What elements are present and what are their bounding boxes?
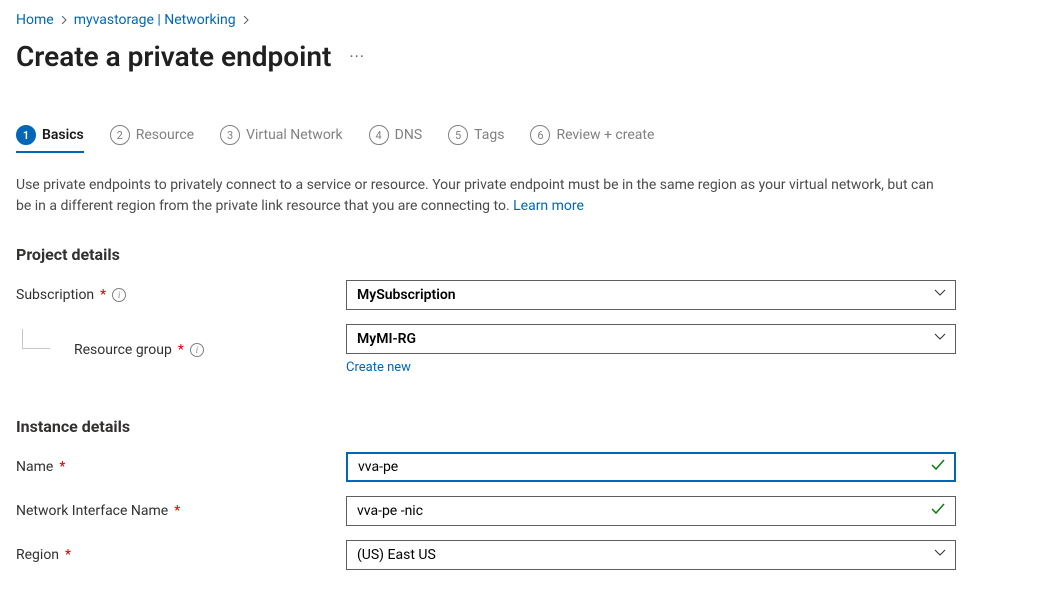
step-number-icon: 5 [448, 125, 468, 145]
breadcrumb-home[interactable]: Home [16, 12, 54, 28]
step-number-icon: 4 [369, 125, 389, 145]
tab-dns[interactable]: 4 DNS [369, 125, 423, 153]
tab-basics[interactable]: 1 Basics [16, 125, 84, 153]
subscription-label: Subscription [16, 287, 94, 303]
resource-group-select[interactable] [346, 324, 956, 354]
step-number-icon: 3 [220, 125, 240, 145]
breadcrumb-resource[interactable]: myvastorage | Networking [74, 12, 236, 28]
more-actions-button[interactable]: ··· [345, 43, 369, 70]
step-number-icon: 2 [110, 125, 130, 145]
required-icon: * [65, 547, 71, 563]
tab-label: DNS [395, 127, 423, 143]
nic-label: Network Interface Name [16, 503, 168, 519]
tab-virtual-network[interactable]: 3 Virtual Network [220, 125, 343, 153]
tab-label: Virtual Network [246, 127, 343, 143]
chevron-right-icon [242, 13, 250, 27]
tab-label: Tags [474, 127, 504, 143]
required-icon: * [100, 287, 106, 303]
tab-review-create[interactable]: 6 Review + create [530, 125, 654, 153]
step-number-icon: 1 [16, 125, 36, 145]
tab-label: Review + create [556, 127, 654, 143]
region-label: Region [16, 547, 59, 563]
tab-resource[interactable]: 2 Resource [110, 125, 194, 153]
project-details-heading: Project details [16, 245, 1021, 264]
instance-details-heading: Instance details [16, 417, 1021, 436]
required-icon: * [178, 342, 184, 358]
info-icon[interactable]: i [112, 288, 126, 302]
name-input[interactable] [346, 452, 956, 482]
chevron-right-icon [60, 13, 68, 27]
region-select[interactable] [346, 540, 956, 570]
breadcrumb: Home myvastorage | Networking [16, 12, 1021, 28]
tab-label: Resource [136, 127, 194, 143]
tab-tags[interactable]: 5 Tags [448, 125, 504, 153]
subscription-select[interactable] [346, 280, 956, 310]
required-icon: * [59, 459, 65, 475]
step-number-icon: 6 [530, 125, 550, 145]
learn-more-link[interactable]: Learn more [513, 198, 584, 214]
resource-group-label: Resource group [74, 342, 172, 358]
info-icon[interactable]: i [190, 343, 204, 357]
tab-label: Basics [42, 127, 84, 143]
required-icon: * [174, 503, 180, 519]
create-new-link[interactable]: Create new [346, 360, 411, 375]
tabs: 1 Basics 2 Resource 3 Virtual Network 4 … [16, 125, 1021, 153]
intro-text: Use private endpoints to privately conne… [16, 175, 936, 217]
tree-connector-icon [22, 329, 50, 349]
page-title: Create a private endpoint [16, 40, 331, 73]
nic-input[interactable] [346, 496, 956, 526]
name-label: Name [16, 459, 53, 475]
